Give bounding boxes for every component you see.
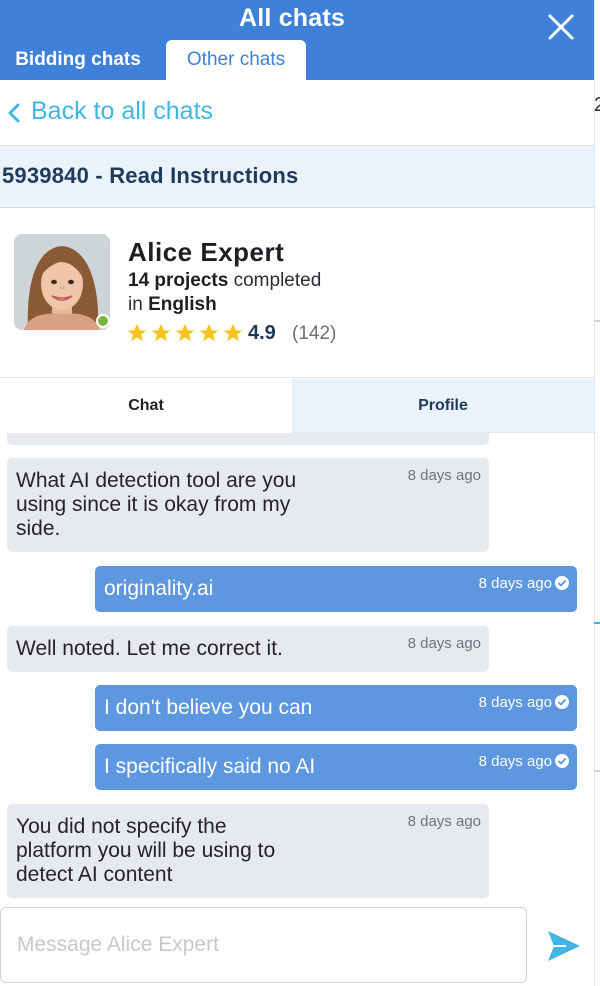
- send-icon: [548, 931, 580, 961]
- star-icon: [223, 323, 243, 342]
- chat-header: All chats Bidding chats Other chats: [0, 0, 594, 80]
- chevron-left-icon: [8, 103, 20, 123]
- background-divider: [594, 622, 600, 624]
- tab-other-chats[interactable]: Other chats: [166, 40, 306, 80]
- language-value: English: [148, 294, 217, 315]
- message-input[interactable]: [0, 907, 527, 983]
- message-outgoing: I specifically said no AI 8 days ago: [95, 744, 577, 790]
- background-divider: [594, 770, 600, 772]
- message-list[interactable]: What AI detection tool are you using sin…: [0, 433, 594, 903]
- message-text: What AI detection tool are you using sin…: [16, 469, 297, 540]
- message-text: Well noted. Let me correct it.: [16, 637, 283, 660]
- project-bar[interactable]: 5939840 - Read Instructions: [0, 146, 594, 208]
- rating-count: (142): [292, 323, 337, 344]
- read-check-icon: [555, 576, 569, 590]
- message-incoming: Well noted. Let me correct it. 8 days ag…: [7, 626, 489, 672]
- background-text-fragment: 2: [594, 94, 600, 116]
- project-title: 5939840 - Read Instructions: [2, 163, 299, 188]
- chat-panel: All chats Bidding chats Other chats Back…: [0, 0, 594, 986]
- message-timestamp: 8 days ago: [407, 813, 481, 830]
- avatar[interactable]: [14, 234, 110, 330]
- message-text: You did not specify the platform you wil…: [16, 815, 276, 886]
- message-incoming: You did not specify the platform you wil…: [7, 804, 489, 898]
- send-button[interactable]: [546, 929, 582, 963]
- star-icon: [199, 323, 219, 342]
- header-title: All chats: [239, 4, 345, 32]
- message-outgoing: I don't believe you can 8 days ago: [95, 685, 577, 731]
- message-timestamp: 8 days ago: [479, 694, 569, 711]
- message-outgoing: originality.ai 8 days ago: [95, 566, 577, 612]
- close-icon: [548, 14, 574, 40]
- star-icon: [175, 323, 195, 342]
- expert-name: Alice Expert: [128, 237, 285, 267]
- expert-language: in English: [128, 294, 217, 316]
- read-check-icon: [555, 754, 569, 768]
- online-status-dot: [96, 314, 110, 328]
- message-timestamp: 8 days ago: [479, 753, 569, 770]
- background-divider: [594, 320, 600, 322]
- expert-projects: 14 projects completed: [128, 270, 321, 292]
- tab-profile[interactable]: Profile: [292, 379, 594, 433]
- message-text: originality.ai: [104, 577, 214, 600]
- back-label: Back to all chats: [31, 97, 214, 125]
- message-incoming: What AI detection tool are you using sin…: [7, 458, 489, 552]
- projects-count: 14 projects: [128, 270, 229, 291]
- avatar-photo: [14, 234, 110, 330]
- projects-suffix: completed: [233, 270, 322, 291]
- message-timestamp: 8 days ago: [407, 635, 481, 652]
- language-prefix: in: [128, 294, 143, 315]
- message-text: I don't believe you can: [104, 696, 313, 719]
- background-page-edge: [594, 0, 600, 986]
- read-check-icon: [555, 695, 569, 709]
- message-timestamp: 8 days ago: [479, 575, 569, 592]
- tab-bidding-chats[interactable]: Bidding chats: [0, 40, 156, 80]
- tab-chat[interactable]: Chat: [0, 379, 292, 433]
- star-icon: [127, 323, 147, 342]
- close-button[interactable]: [542, 8, 580, 46]
- rating-value: 4.9: [248, 322, 276, 344]
- composer: [0, 903, 594, 986]
- expert-profile-card: Alice Expert 14 projects completed in En…: [0, 208, 594, 378]
- message-timestamp: 8 days ago: [407, 467, 481, 484]
- message-bubble-partial: [7, 433, 489, 445]
- message-text: I specifically said no AI: [104, 755, 316, 778]
- rating-stars: [126, 322, 244, 344]
- back-to-all-chats-link[interactable]: Back to all chats: [0, 80, 594, 146]
- star-icon: [151, 323, 171, 342]
